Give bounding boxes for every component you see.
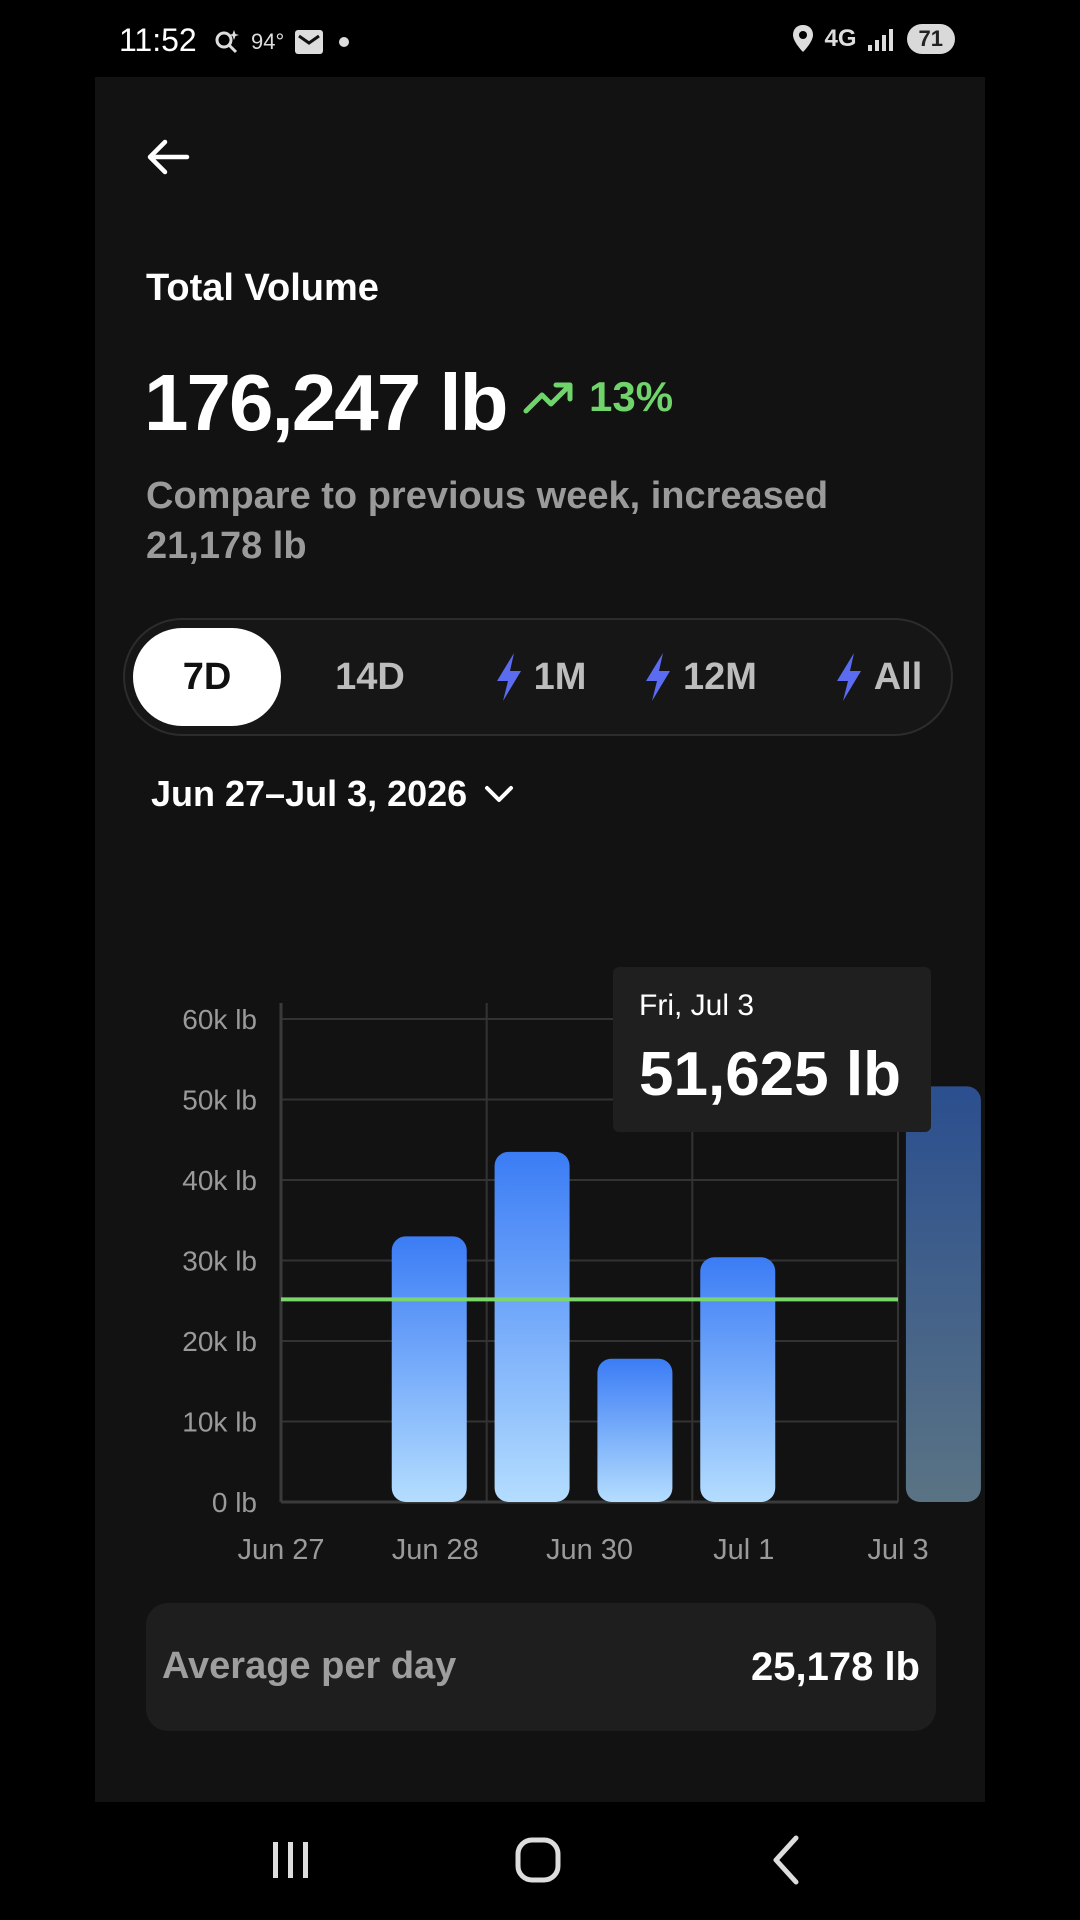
y-tick-label: 50k lb xyxy=(182,1085,257,1116)
x-tick-label: Jun 27 xyxy=(237,1534,324,1566)
system-nav-bar xyxy=(0,1802,1080,1920)
tooltip-value: 51,625 lb xyxy=(639,1040,901,1109)
y-tick-label: 10k lb xyxy=(182,1407,257,1438)
y-tick-label: 20k lb xyxy=(182,1326,257,1357)
chart-tooltip: Fri, Jul 3 51,625 lb xyxy=(613,967,931,1132)
battery-indicator: 71 xyxy=(906,24,955,54)
chart-bar xyxy=(597,1358,673,1502)
location-icon xyxy=(792,25,813,52)
chart-bar-selected xyxy=(905,1086,981,1502)
x-tick-label: Jul 3 xyxy=(867,1534,928,1566)
y-tick-label: 0 lb xyxy=(212,1487,257,1518)
status-left-icons: 94° xyxy=(213,28,354,56)
mail-icon xyxy=(295,30,324,54)
home-icon[interactable] xyxy=(503,1830,573,1890)
status-right-icons: 4G 71 xyxy=(791,24,955,54)
search-sparkle-icon xyxy=(215,30,239,54)
status-time: 11:52 xyxy=(119,22,197,58)
x-tick-label: Jun 30 xyxy=(546,1534,633,1566)
y-tick-label: 40k lb xyxy=(182,1165,257,1196)
y-tick-label: 30k lb xyxy=(182,1246,257,1277)
total-volume-screen: Total Volume 176,247 lb 13% Compare to p… xyxy=(95,77,985,1802)
dot-icon xyxy=(339,37,350,47)
chart-bar xyxy=(494,1151,570,1502)
y-tick-label: 60k lb xyxy=(182,1004,257,1035)
status-bar: 11:52 94° 4G 71 xyxy=(95,18,985,64)
status-temperature: 94° xyxy=(251,29,285,54)
average-per-day-card: Average per day 25,178 lb xyxy=(146,1603,936,1731)
tooltip-date: Fri, Jul 3 xyxy=(639,989,755,1022)
network-type: 4G xyxy=(824,25,857,52)
chart-bar xyxy=(391,1236,467,1502)
x-tick-label: Jun 28 xyxy=(392,1534,479,1566)
nav-back-icon[interactable] xyxy=(752,1830,822,1890)
signal-icon xyxy=(867,29,893,51)
chart-bar xyxy=(700,1257,776,1502)
average-label: Average per day xyxy=(162,1645,457,1687)
average-value: 25,178 lb xyxy=(750,1645,920,1689)
volume-bar-chart: 60k lb 50k lb 40k lb 30k lb 20k lb 10k lb 0 lb… xyxy=(182,1003,981,1566)
x-tick-label: Jul 1 xyxy=(713,1534,774,1566)
recent-apps-icon[interactable] xyxy=(255,1830,325,1890)
